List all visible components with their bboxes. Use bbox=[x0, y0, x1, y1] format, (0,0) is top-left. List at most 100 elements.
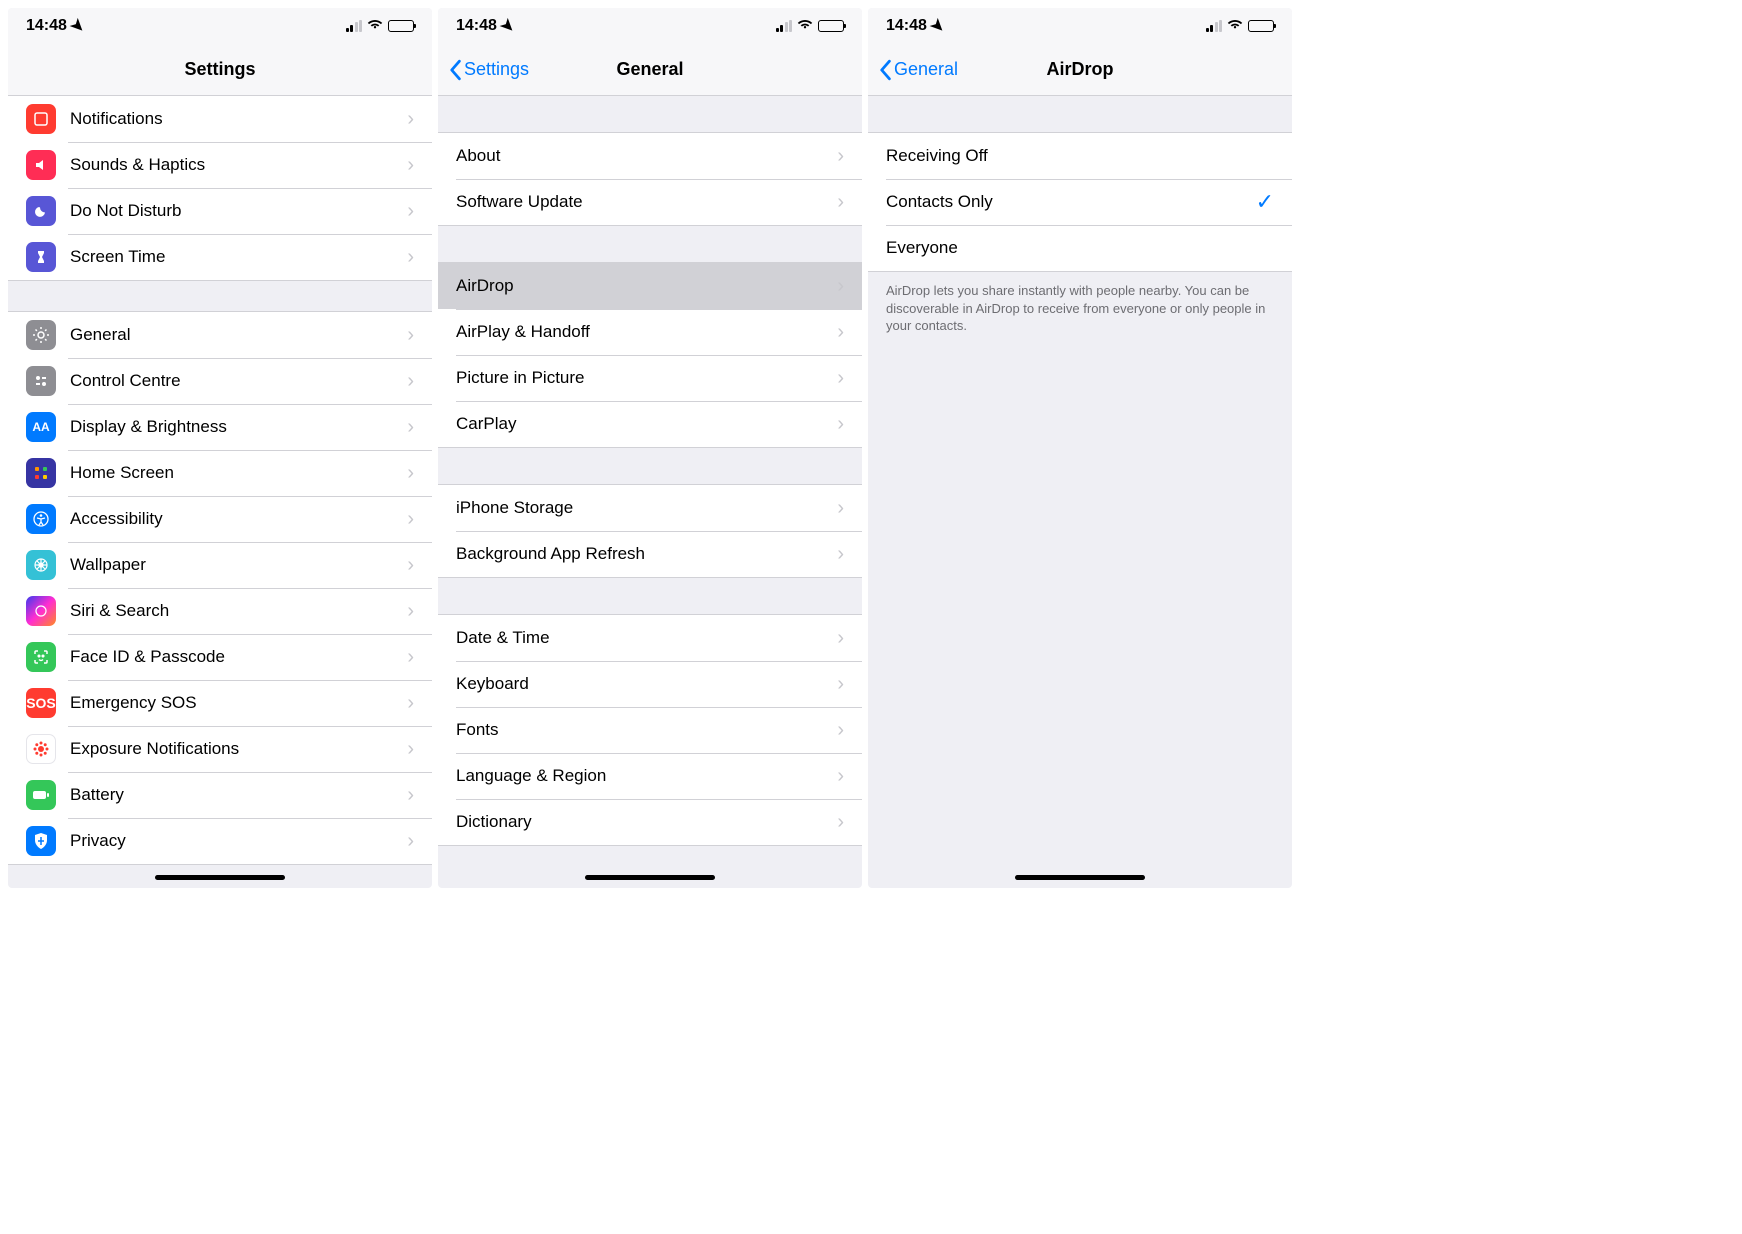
chevron-right-icon: › bbox=[407, 600, 414, 623]
row-siri[interactable]: Siri & Search › bbox=[8, 588, 432, 634]
chevron-right-icon: › bbox=[407, 324, 414, 347]
control-centre-icon bbox=[26, 366, 56, 396]
row-date-time[interactable]: Date & Time› bbox=[438, 615, 862, 661]
row-display[interactable]: AA Display & Brightness › bbox=[8, 404, 432, 450]
row-label: General bbox=[70, 325, 399, 345]
row-dnd[interactable]: Do Not Disturb › bbox=[8, 188, 432, 234]
chevron-right-icon: › bbox=[407, 646, 414, 669]
home-indicator[interactable] bbox=[585, 875, 715, 880]
chevron-right-icon: › bbox=[837, 719, 844, 742]
nav-title: Settings bbox=[184, 59, 255, 80]
chevron-right-icon: › bbox=[837, 367, 844, 390]
chevron-right-icon: › bbox=[837, 191, 844, 214]
nav-title: AirDrop bbox=[1047, 59, 1114, 80]
row-label: Emergency SOS bbox=[70, 693, 399, 713]
chevron-right-icon: › bbox=[837, 543, 844, 566]
row-label: Do Not Disturb bbox=[70, 201, 399, 221]
row-label: AirDrop bbox=[456, 276, 829, 296]
status-time: 14:48 bbox=[26, 17, 67, 35]
row-label: iPhone Storage bbox=[456, 498, 829, 518]
chevron-right-icon: › bbox=[407, 416, 414, 439]
row-sos[interactable]: SOS Emergency SOS › bbox=[8, 680, 432, 726]
chevron-right-icon: › bbox=[837, 413, 844, 436]
option-contacts-only[interactable]: Contacts Only ✓ bbox=[868, 179, 1292, 225]
back-button[interactable]: General bbox=[878, 44, 958, 95]
row-home-screen[interactable]: Home Screen › bbox=[8, 450, 432, 496]
row-dictionary[interactable]: Dictionary› bbox=[438, 799, 862, 845]
row-carplay[interactable]: CarPlay› bbox=[438, 401, 862, 447]
row-pip[interactable]: Picture in Picture› bbox=[438, 355, 862, 401]
row-screentime[interactable]: Screen Time › bbox=[8, 234, 432, 280]
row-label: Keyboard bbox=[456, 674, 829, 694]
row-keyboard[interactable]: Keyboard › bbox=[438, 661, 862, 707]
row-general[interactable]: General › bbox=[8, 312, 432, 358]
chevron-left-icon bbox=[878, 59, 892, 81]
row-accessibility[interactable]: Accessibility › bbox=[8, 496, 432, 542]
row-label: Software Update bbox=[456, 192, 829, 212]
row-background-refresh[interactable]: Background App Refresh › bbox=[438, 531, 862, 577]
airdrop-content[interactable]: Receiving Off Contacts Only ✓ Everyone A… bbox=[868, 96, 1292, 888]
status-time: 14:48 bbox=[886, 17, 927, 35]
row-notifications[interactable]: Notifications › bbox=[8, 96, 432, 142]
wifi-icon bbox=[797, 17, 813, 35]
nav-title: General bbox=[616, 59, 683, 80]
row-airdrop[interactable]: AirDrop› bbox=[438, 263, 862, 309]
row-label: Receiving Off bbox=[886, 146, 1274, 166]
row-about[interactable]: About › bbox=[438, 133, 862, 179]
location-icon: ➤ bbox=[496, 14, 520, 38]
row-battery[interactable]: Battery › bbox=[8, 772, 432, 818]
notifications-icon bbox=[26, 104, 56, 134]
home-indicator[interactable] bbox=[155, 875, 285, 880]
location-icon: ➤ bbox=[66, 14, 90, 38]
accessibility-icon bbox=[26, 504, 56, 534]
chevron-right-icon: › bbox=[837, 145, 844, 168]
chevron-right-icon: › bbox=[407, 738, 414, 761]
row-sounds[interactable]: Sounds & Haptics › bbox=[8, 142, 432, 188]
nav-bar: Settings bbox=[8, 44, 432, 96]
chevron-right-icon: › bbox=[837, 811, 844, 834]
exposure-icon bbox=[26, 734, 56, 764]
row-label: Face ID & Passcode bbox=[70, 647, 399, 667]
row-privacy[interactable]: Privacy › bbox=[8, 818, 432, 864]
row-label: Sounds & Haptics bbox=[70, 155, 399, 175]
row-storage[interactable]: iPhone Storage› bbox=[438, 485, 862, 531]
chevron-left-icon bbox=[448, 59, 462, 81]
chevron-right-icon: › bbox=[837, 673, 844, 696]
chevron-right-icon: › bbox=[407, 370, 414, 393]
option-receiving-off[interactable]: Receiving Off bbox=[868, 133, 1292, 179]
row-label: AirPlay & Handoff bbox=[456, 322, 829, 342]
row-label: Siri & Search bbox=[70, 601, 399, 621]
row-fonts[interactable]: Fonts › bbox=[438, 707, 862, 753]
privacy-icon bbox=[26, 826, 56, 856]
row-control-centre[interactable]: Control Centre › bbox=[8, 358, 432, 404]
row-software-update[interactable]: Software Update › bbox=[438, 179, 862, 225]
row-label: Fonts bbox=[456, 720, 829, 740]
row-language[interactable]: Language & Region› bbox=[438, 753, 862, 799]
sounds-icon bbox=[26, 150, 56, 180]
option-everyone[interactable]: Everyone bbox=[868, 225, 1292, 271]
row-wallpaper[interactable]: Wallpaper › bbox=[8, 542, 432, 588]
chevron-right-icon: › bbox=[837, 321, 844, 344]
faceid-icon bbox=[26, 642, 56, 672]
wifi-icon bbox=[367, 17, 383, 35]
row-label: Control Centre bbox=[70, 371, 399, 391]
row-label: Home Screen bbox=[70, 463, 399, 483]
airdrop-screen: 14:48 ➤ General AirDrop Receiving Off Co… bbox=[868, 8, 1292, 888]
battery-icon bbox=[388, 20, 414, 32]
battery-icon bbox=[818, 20, 844, 32]
cellular-icon bbox=[1206, 21, 1223, 32]
home-indicator[interactable] bbox=[1015, 875, 1145, 880]
row-exposure[interactable]: Exposure Notifications › bbox=[8, 726, 432, 772]
nav-bar: Settings General bbox=[438, 44, 862, 96]
settings-content[interactable]: Notifications › Sounds & Haptics › Do No… bbox=[8, 96, 432, 888]
chevron-right-icon: › bbox=[407, 154, 414, 177]
row-faceid[interactable]: Face ID & Passcode › bbox=[8, 634, 432, 680]
back-button[interactable]: Settings bbox=[448, 44, 529, 95]
row-label: About bbox=[456, 146, 829, 166]
row-airplay[interactable]: AirPlay & Handoff › bbox=[438, 309, 862, 355]
nav-bar: General AirDrop bbox=[868, 44, 1292, 96]
chevron-right-icon: › bbox=[837, 765, 844, 788]
row-label: Background App Refresh bbox=[456, 544, 829, 564]
general-content[interactable]: About› Software Update› AirDrop› AirPlay… bbox=[438, 96, 862, 888]
chevron-right-icon: › bbox=[407, 692, 414, 715]
